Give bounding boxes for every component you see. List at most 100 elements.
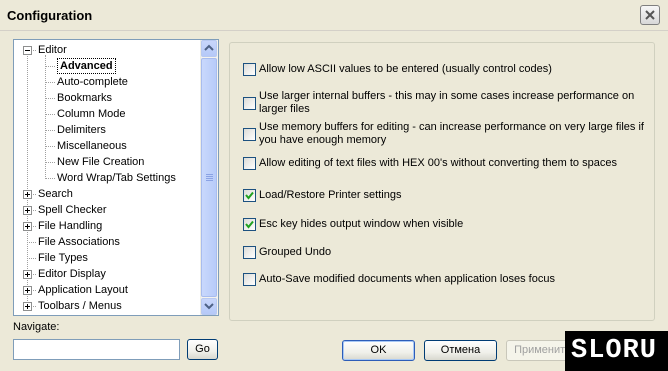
option-checkbox[interactable] bbox=[243, 273, 256, 286]
tree-connector bbox=[27, 258, 36, 259]
option-label: Grouped Undo bbox=[259, 246, 332, 258]
tree-item[interactable]: Miscellaneous bbox=[14, 138, 200, 154]
tree-item-label: Bookmarks bbox=[57, 92, 113, 104]
checkmark-icon bbox=[245, 191, 254, 200]
tree-connector bbox=[45, 114, 55, 115]
expand-icon[interactable] bbox=[23, 190, 32, 199]
watermark-text: SLORU bbox=[571, 336, 658, 366]
option-checkbox[interactable] bbox=[243, 63, 256, 76]
option-label: Use memory buffers for editing - can inc… bbox=[259, 121, 644, 146]
tree-item[interactable]: Toolbars / Menus bbox=[14, 298, 200, 314]
tree-item-label: Word Wrap/Tab Settings bbox=[57, 172, 176, 184]
tree-item[interactable]: File Associations bbox=[14, 234, 200, 250]
tree-item[interactable]: Auto-complete bbox=[14, 74, 200, 90]
tree-connector bbox=[45, 130, 55, 131]
tree-connector bbox=[27, 242, 36, 243]
ok-button[interactable]: OK bbox=[342, 340, 415, 361]
checkmark-icon bbox=[245, 220, 254, 229]
option-label: Load/Restore Printer settings bbox=[259, 189, 402, 201]
cancel-button[interactable]: Отмена bbox=[424, 340, 497, 361]
tree-item[interactable]: File Handling bbox=[14, 218, 200, 234]
tree-item[interactable]: Editor Display bbox=[14, 266, 200, 282]
tree-item-label: Spell Checker bbox=[38, 204, 107, 216]
option-label: Auto-Save modified documents when applic… bbox=[259, 273, 555, 285]
plus-bar bbox=[27, 192, 28, 197]
tree-item-label: Miscellaneous bbox=[57, 140, 127, 152]
tree-scrollbar[interactable] bbox=[200, 40, 218, 315]
tree-item[interactable]: Search bbox=[14, 186, 200, 202]
tree-item-label: Application Layout bbox=[38, 284, 128, 296]
expand-icon[interactable] bbox=[23, 270, 32, 279]
tree-item[interactable]: Application Layout bbox=[14, 282, 200, 298]
title-bar: Configuration bbox=[0, 0, 668, 31]
option-checkbox[interactable] bbox=[243, 128, 256, 141]
navigate-input[interactable] bbox=[13, 339, 180, 360]
tree-item-label: Auto-complete bbox=[57, 76, 128, 88]
scroll-up-button[interactable] bbox=[201, 40, 217, 57]
option-checkbox[interactable] bbox=[243, 246, 256, 259]
grip-line bbox=[206, 180, 213, 181]
tree-item[interactable]: Delimiters bbox=[14, 122, 200, 138]
tree-item-label: Search bbox=[38, 188, 73, 200]
plus-bar bbox=[27, 224, 28, 229]
category-tree[interactable]: Editor Advanced Auto-complete Bookmarks Colu… bbox=[13, 39, 219, 316]
tree-item-label: Editor Display bbox=[38, 268, 106, 280]
grip-line bbox=[206, 176, 213, 177]
option-label: Esc key hides output window when visible bbox=[259, 218, 464, 230]
close-button[interactable] bbox=[640, 5, 660, 25]
navigate-label: Navigate: bbox=[13, 321, 60, 333]
tree-connector bbox=[45, 178, 55, 179]
grip-line bbox=[206, 178, 213, 179]
collapse-icon[interactable] bbox=[23, 46, 32, 55]
tree-item-label: File Types bbox=[38, 252, 88, 264]
tree-connector bbox=[45, 146, 55, 147]
expand-icon[interactable] bbox=[23, 206, 32, 215]
tree-connector bbox=[45, 98, 55, 99]
option-label: Allow editing of text files with HEX 00'… bbox=[259, 157, 617, 169]
plus-bar bbox=[27, 208, 28, 213]
expand-icon[interactable] bbox=[23, 302, 32, 311]
minus-bar bbox=[25, 50, 30, 51]
tree-item[interactable]: Bookmarks bbox=[14, 90, 200, 106]
tree-connector bbox=[45, 66, 55, 67]
tree-item-label: Toolbars / Menus bbox=[38, 300, 122, 312]
tree-item-label: Advanced bbox=[57, 58, 116, 74]
tree-item[interactable]: Word Wrap/Tab Settings bbox=[14, 170, 200, 186]
option-label: Use larger internal buffers - this may i… bbox=[259, 90, 635, 115]
plus-bar bbox=[27, 288, 28, 293]
plus-bar bbox=[27, 304, 28, 309]
close-icon bbox=[645, 10, 655, 20]
chevron-down-icon bbox=[204, 303, 214, 310]
tree-connector bbox=[45, 162, 55, 163]
tree-connector bbox=[45, 82, 55, 83]
option-checkbox[interactable] bbox=[243, 97, 256, 110]
tree-item-label: New File Creation bbox=[57, 156, 145, 168]
tree-item[interactable]: New File Creation bbox=[14, 154, 200, 170]
option-label: Allow low ASCII values to be entered (us… bbox=[259, 63, 552, 75]
scroll-down-button[interactable] bbox=[201, 298, 217, 315]
tree-item[interactable]: Column Mode bbox=[14, 106, 200, 122]
watermark-logo: SLORU bbox=[565, 331, 668, 371]
go-button[interactable]: Go bbox=[187, 339, 218, 360]
option-checkbox[interactable] bbox=[243, 157, 256, 170]
plus-bar bbox=[27, 272, 28, 277]
tree-list: Editor Advanced Auto-complete Bookmarks Colu… bbox=[14, 40, 200, 315]
tree-item[interactable]: Editor bbox=[14, 42, 200, 58]
option-checkbox[interactable] bbox=[243, 189, 256, 202]
option-checkbox[interactable] bbox=[243, 218, 256, 231]
expand-icon[interactable] bbox=[23, 222, 32, 231]
grip-line bbox=[206, 174, 213, 175]
tree-item[interactable]: File Types bbox=[14, 250, 200, 266]
tree-item-label: Editor bbox=[38, 44, 67, 56]
scroll-thumb[interactable] bbox=[201, 58, 217, 297]
tree-item[interactable]: Spell Checker bbox=[14, 202, 200, 218]
window-title: Configuration bbox=[7, 8, 93, 23]
tree-item-label: File Associations bbox=[38, 236, 120, 248]
tree-item-label: File Handling bbox=[38, 220, 103, 232]
tree-item-label: Column Mode bbox=[57, 108, 126, 120]
options-panel: Allow low ASCII values to be entered (us… bbox=[229, 42, 655, 321]
expand-icon[interactable] bbox=[23, 286, 32, 295]
tree-item[interactable]: Advanced bbox=[14, 58, 200, 74]
tree-item-label: Delimiters bbox=[57, 124, 106, 136]
chevron-up-icon bbox=[204, 44, 214, 51]
